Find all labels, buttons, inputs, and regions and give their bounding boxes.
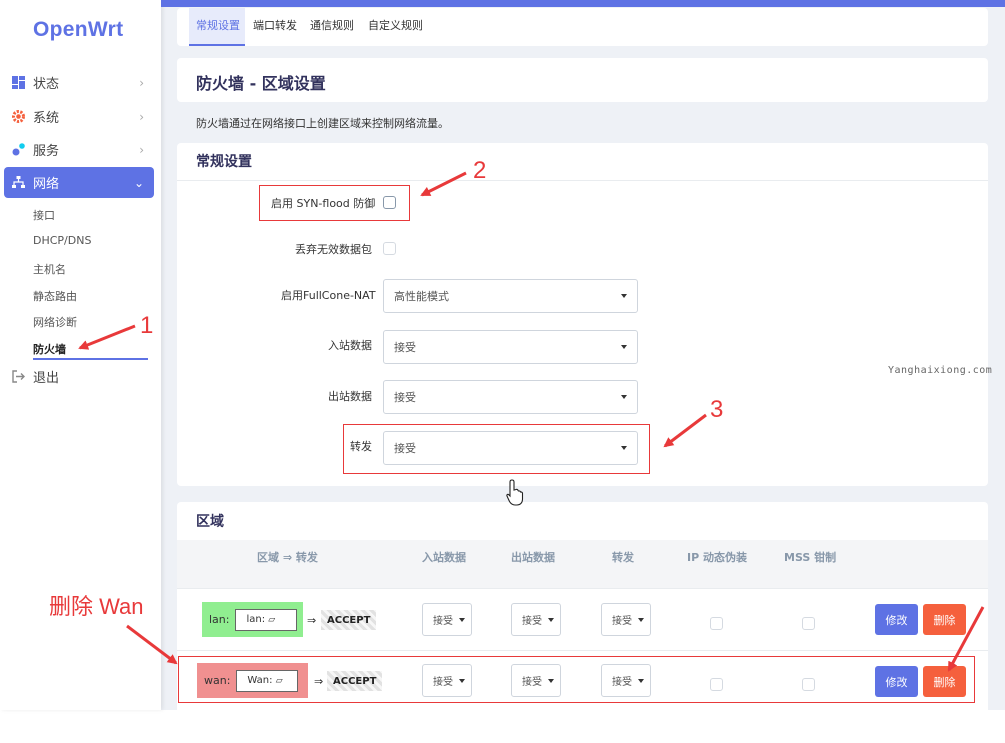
hand-cursor-icon (506, 479, 524, 506)
arrow-to-syn-flood (420, 171, 467, 197)
arrow-to-delete (947, 606, 985, 672)
arrow-to-forward (663, 413, 707, 448)
arrow-to-firewall (78, 324, 136, 350)
annotation-arrows (78, 171, 985, 672)
arrow-to-wan-row (126, 624, 178, 665)
